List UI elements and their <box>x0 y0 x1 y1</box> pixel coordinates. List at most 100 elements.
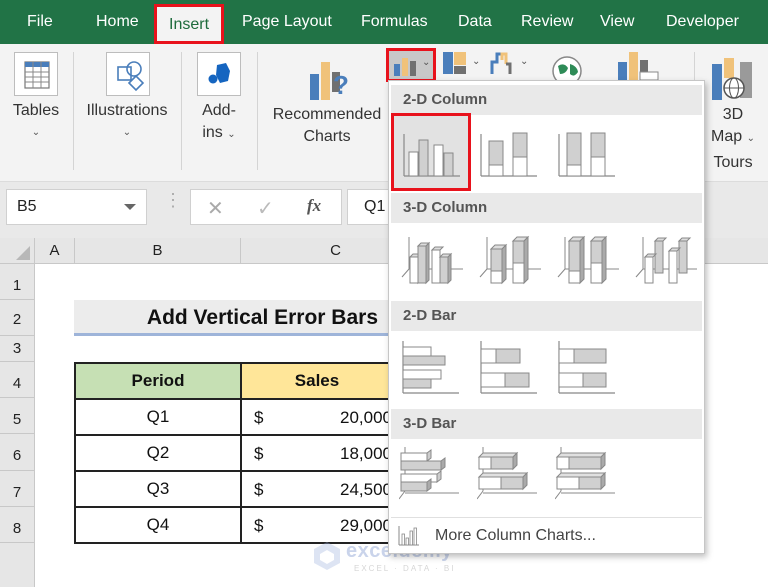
clustered-bar-option[interactable] <box>399 337 471 411</box>
row-header-7[interactable]: 7 <box>0 471 34 507</box>
table-row: Q2 $18,000 <box>74 434 392 472</box>
recommended-charts-button[interactable]: ? Recommended Charts <box>266 48 388 168</box>
row-header-3[interactable]: 3 <box>0 336 34 362</box>
column-header-b[interactable]: B <box>75 238 241 264</box>
tab-home[interactable]: Home <box>96 0 139 44</box>
tables-label: Tables <box>12 102 60 119</box>
enter-icon[interactable]: ✓ <box>257 196 274 221</box>
svg-text:?: ? <box>333 70 349 100</box>
formula-input[interactable]: Q1 <box>347 189 392 225</box>
cell-period[interactable]: Q3 <box>74 470 242 508</box>
3d-stacked-column-option[interactable] <box>477 227 549 301</box>
stacked-bar-option[interactable] <box>477 337 549 411</box>
row-header-6[interactable]: 6 <box>0 434 34 471</box>
more-charts-icon <box>398 526 419 546</box>
sales-table: Period Sales Q1 $20,000 Q2 $18,000 Q3 $2… <box>74 362 392 544</box>
column-chart-icon <box>394 58 416 76</box>
illustrations-label: Illustrations <box>86 102 168 119</box>
currency-symbol: $ <box>254 408 264 427</box>
table-header-row: Period Sales <box>74 362 392 400</box>
illustrations-button[interactable]: Illustrations ⌄ <box>80 48 174 168</box>
sheet-title-cell[interactable]: Add Vertical Error Bars <box>74 300 390 336</box>
clustered-column-option[interactable] <box>391 113 471 191</box>
tables-button[interactable]: Tables ⌄ <box>6 48 66 168</box>
insert-column-bar-chart-button[interactable]: ⌄ <box>386 48 436 82</box>
name-box[interactable]: B5 <box>6 189 147 225</box>
tab-view[interactable]: View <box>600 0 634 44</box>
addins-label-text: ins <box>202 124 223 141</box>
tab-data[interactable]: Data <box>458 0 492 44</box>
stacked-bar-icon <box>480 341 537 394</box>
tab-page-layout[interactable]: Page Layout <box>242 0 332 44</box>
row-header-8[interactable]: 8 <box>0 507 34 543</box>
cell-sales[interactable]: $20,000 <box>240 398 392 436</box>
insert-function-icon[interactable]: fx <box>307 196 321 216</box>
section-2d-bar: 2-D Bar <box>391 301 702 331</box>
table-icon <box>14 52 58 96</box>
chevron-down-icon: ⌄ <box>746 133 755 144</box>
tab-review[interactable]: Review <box>521 0 573 44</box>
chevron-down-icon: ⌄ <box>520 56 529 67</box>
cell-period[interactable]: Q1 <box>74 398 242 436</box>
currency-symbol: $ <box>254 516 264 535</box>
cell-sales[interactable]: $29,000 <box>240 506 392 544</box>
3d-map-button[interactable]: 3D Map ⌄ Tours <box>700 48 766 174</box>
excel-window: File Home Insert Page Layout Formulas Da… <box>0 0 768 587</box>
3d-map-label-1: 3D <box>722 106 744 123</box>
3d-100-stacked-bar-option[interactable] <box>554 445 627 519</box>
clustered-bar-icon <box>402 341 459 394</box>
chevron-down-icon: ⌄ <box>422 57 431 68</box>
watermark: exceldemy EXCEL · DATA · BI <box>312 540 453 577</box>
3d-stacked-bar-option[interactable] <box>476 445 549 519</box>
3d-clustered-column-icon <box>401 237 463 285</box>
tab-file[interactable]: File <box>27 0 53 44</box>
3d-map-icon <box>712 58 752 100</box>
cell-period[interactable]: Q2 <box>74 434 242 472</box>
3d-map-label-2: Map ⌄ <box>700 126 766 150</box>
dropdown-arrow-icon[interactable] <box>124 204 136 210</box>
sales-amount: 20,000 <box>340 408 392 427</box>
header-period[interactable]: Period <box>74 362 242 400</box>
shapes-icon <box>106 52 150 96</box>
sales-amount: 24,500 <box>340 480 392 499</box>
100-stacked-bar-option[interactable] <box>555 337 627 411</box>
tab-insert[interactable]: Insert <box>154 4 225 44</box>
3d-stacked-column-icon <box>479 235 541 285</box>
row-header-5[interactable]: 5 <box>0 398 34 434</box>
100-stacked-column-option[interactable] <box>555 116 627 190</box>
row-header-2[interactable]: 2 <box>0 300 34 336</box>
stacked-column-option[interactable] <box>477 116 549 190</box>
3d-map-label-text: Map <box>711 128 743 145</box>
section-3d-column: 3-D Column <box>391 193 702 223</box>
pivot-chart-icon[interactable] <box>616 50 660 80</box>
addins-label-2: ins ⌄ <box>188 122 250 146</box>
header-sales[interactable]: Sales <box>240 362 392 400</box>
table-row: Q1 $20,000 <box>74 398 392 436</box>
3d-clustered-bar-option[interactable] <box>398 445 471 519</box>
select-all-icon <box>16 246 30 260</box>
3d-100-stacked-bar-icon <box>554 447 615 500</box>
3d-clustered-column-option[interactable] <box>399 227 471 301</box>
cancel-icon[interactable]: ✕ <box>207 196 224 221</box>
column-header-a[interactable]: A <box>35 238 75 264</box>
row-headers: 1 2 3 4 5 6 7 8 <box>0 264 35 587</box>
3d-stacked-bar-icon <box>476 447 537 500</box>
3d-column-option[interactable] <box>633 227 705 301</box>
insert-waterfall-chart-button[interactable]: ⌄ <box>490 50 532 80</box>
insert-hierarchy-chart-button[interactable]: ⌄ <box>442 50 484 80</box>
table-row: Q3 $24,500 <box>74 470 392 508</box>
cell-sales[interactable]: $18,000 <box>240 434 392 472</box>
row-header-1[interactable]: 1 <box>0 264 34 300</box>
addins-button[interactable]: Add- ins ⌄ <box>188 48 250 168</box>
recommended-label-1: Recommended <box>272 106 382 123</box>
tab-formulas[interactable]: Formulas <box>361 0 428 44</box>
select-all-button[interactable] <box>0 238 35 264</box>
cell-period[interactable]: Q4 <box>74 506 242 544</box>
cell-sales[interactable]: $24,500 <box>240 470 392 508</box>
drag-handle-icon[interactable]: ⋮ <box>164 191 182 209</box>
tours-group-label: Tours <box>713 154 753 171</box>
section-3d-bar: 3-D Bar <box>391 409 702 439</box>
tab-developer[interactable]: Developer <box>666 0 739 44</box>
3d-100-stacked-column-option[interactable] <box>555 227 627 301</box>
row-header-4[interactable]: 4 <box>0 362 34 398</box>
